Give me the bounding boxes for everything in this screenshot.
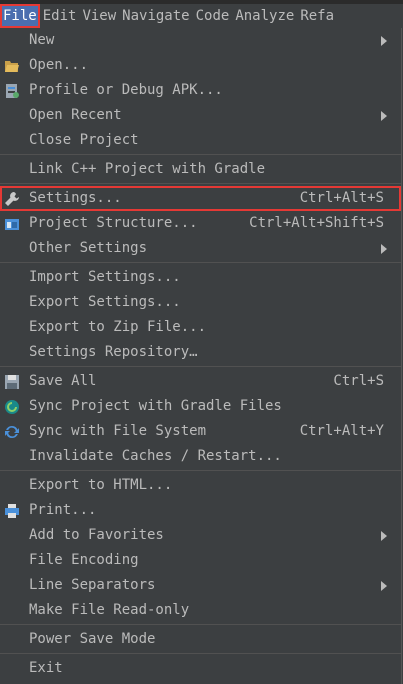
menu-item-profile-apk[interactable]: Profile or Debug APK... xyxy=(0,78,401,103)
menu-item-link-cpp[interactable]: Link C++ Project with Gradle xyxy=(0,157,401,182)
menu-item-label: Add to Favorites xyxy=(29,527,164,543)
menu-item-shortcut: Ctrl+Alt+Y xyxy=(299,423,384,439)
refresh-icon xyxy=(5,425,19,439)
menu-item-label: Profile or Debug APK... xyxy=(29,82,223,98)
gradle-sync-icon xyxy=(5,400,19,414)
file-menu-dropdown: New Open... Profile or Debug APK... Open… xyxy=(0,28,402,684)
apk-profile-icon xyxy=(6,84,19,98)
menu-item-close-project[interactable]: Close Project xyxy=(0,128,401,153)
menu-item-exit[interactable]: Exit xyxy=(0,656,401,681)
menu-refactor[interactable]: Refa xyxy=(297,4,337,28)
menu-item-invalidate-caches[interactable]: Invalidate Caches / Restart... xyxy=(0,444,401,469)
menu-file[interactable]: File xyxy=(0,4,40,28)
menu-edit[interactable]: Edit xyxy=(40,4,80,28)
submenu-arrow-icon xyxy=(381,111,387,121)
menu-item-label: New xyxy=(29,32,55,48)
menu-item-label: Settings Repository… xyxy=(29,344,198,360)
menu-item-shortcut: Ctrl+Alt+S xyxy=(299,190,384,206)
menu-item-label: Exit xyxy=(29,660,63,676)
menu-item-label: Import Settings... xyxy=(29,269,181,285)
menu-item-shortcut: Ctrl+Alt+Shift+S xyxy=(249,215,384,231)
menu-item-new[interactable]: New xyxy=(0,28,401,53)
menu-item-label: Close Project xyxy=(29,132,139,148)
menu-item-export-html[interactable]: Export to HTML... xyxy=(0,473,401,498)
menu-view[interactable]: View xyxy=(79,4,119,28)
submenu-arrow-icon xyxy=(381,581,387,591)
wrench-icon xyxy=(5,192,19,206)
menu-item-label: Open Recent xyxy=(29,107,122,123)
menu-item-power-save[interactable]: Power Save Mode xyxy=(0,627,401,652)
menu-item-other-settings[interactable]: Other Settings xyxy=(0,236,401,261)
menu-analyze[interactable]: Analyze xyxy=(232,4,297,28)
menu-item-label: Export to HTML... xyxy=(29,477,173,493)
menu-item-label: Export Settings... xyxy=(29,294,181,310)
menu-item-label: Print... xyxy=(29,502,97,518)
menu-item-open[interactable]: Open... xyxy=(0,53,401,78)
menu-item-label: Make File Read-only xyxy=(29,602,190,618)
menu-item-save-all[interactable]: Save All Ctrl+S xyxy=(0,369,401,394)
menu-item-make-read-only[interactable]: Make File Read-only xyxy=(0,598,401,623)
menu-item-label: Export to Zip File... xyxy=(29,319,207,335)
menu-item-sync-gradle[interactable]: Sync Project with Gradle Files xyxy=(0,394,401,419)
menu-item-label: Save All xyxy=(29,373,97,389)
menu-item-label: Line Separators xyxy=(29,577,156,593)
menu-item-project-structure[interactable]: Project Structure... Ctrl+Alt+Shift+S xyxy=(0,211,401,236)
menu-navigate[interactable]: Navigate xyxy=(119,4,192,28)
menu-item-label: File Encoding xyxy=(29,552,139,568)
menu-item-sync-file-system[interactable]: Sync with File System Ctrl+Alt+Y xyxy=(0,419,401,444)
menu-code[interactable]: Code xyxy=(193,4,233,28)
menu-item-shortcut: Ctrl+S xyxy=(333,373,384,389)
folder-open-icon xyxy=(5,61,19,72)
project-structure-icon xyxy=(5,219,19,230)
menu-item-label: Power Save Mode xyxy=(29,631,156,647)
menu-item-label: Sync with File System xyxy=(29,423,207,439)
menu-item-export-settings[interactable]: Export Settings... xyxy=(0,290,401,315)
submenu-arrow-icon xyxy=(381,244,387,254)
submenu-arrow-icon xyxy=(381,531,387,541)
menu-item-label: Open... xyxy=(29,57,89,73)
menu-bar: File Edit View Navigate Code Analyze Ref… xyxy=(0,4,403,28)
printer-icon xyxy=(5,504,19,518)
menu-item-print[interactable]: Print... xyxy=(0,498,401,523)
menu-item-settings[interactable]: Settings... Ctrl+Alt+S xyxy=(0,186,401,211)
menu-item-label: Settings... xyxy=(29,190,122,206)
menu-item-export-zip[interactable]: Export to Zip File... xyxy=(0,315,401,340)
menu-item-label: Sync Project with Gradle Files xyxy=(29,398,282,414)
menu-item-add-favorites[interactable]: Add to Favorites xyxy=(0,523,401,548)
menu-item-import-settings[interactable]: Import Settings... xyxy=(0,265,401,290)
menu-item-settings-repository[interactable]: Settings Repository… xyxy=(0,340,401,365)
menu-item-label: Project Structure... xyxy=(29,215,198,231)
menu-item-line-separators[interactable]: Line Separators xyxy=(0,573,401,598)
menu-item-file-encoding[interactable]: File Encoding xyxy=(0,548,401,573)
menu-item-label: Other Settings xyxy=(29,240,148,256)
menu-item-open-recent[interactable]: Open Recent xyxy=(0,103,401,128)
menu-item-label: Link C++ Project with Gradle xyxy=(29,161,266,177)
submenu-arrow-icon xyxy=(381,36,387,46)
floppy-disk-icon xyxy=(5,375,19,389)
menu-item-label: Invalidate Caches / Restart... xyxy=(29,448,282,464)
